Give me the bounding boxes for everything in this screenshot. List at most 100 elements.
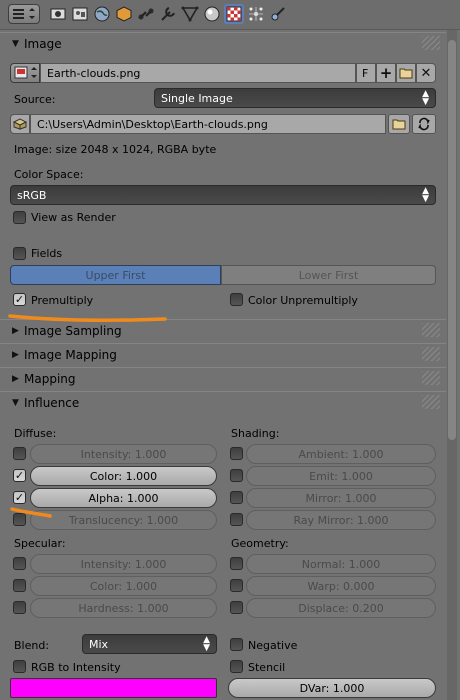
geometry-label: Geometry: xyxy=(231,537,289,550)
source-label: Source: xyxy=(14,93,56,106)
specular-slider[interactable]: Color: 1.000 xyxy=(30,576,217,596)
unlink-image-button[interactable]: ✕ xyxy=(416,63,436,83)
folder-icon xyxy=(392,119,406,130)
image-name-field[interactable]: Earth-clouds.png xyxy=(40,63,356,83)
world-tab-button[interactable] xyxy=(92,4,112,24)
shading-checkbox[interactable] xyxy=(230,447,243,460)
close-icon: ✕ xyxy=(420,65,432,81)
collapsed-triangle-icon: ▶ xyxy=(12,373,19,384)
color-space-dropdown[interactable]: sRGB ▲ ▼ xyxy=(10,185,436,205)
shading-slider[interactable]: Ambient: 1.000 xyxy=(246,444,436,464)
image-browse-button[interactable] xyxy=(10,63,40,83)
reload-image-button[interactable] xyxy=(412,114,436,134)
render-tab-button[interactable] xyxy=(48,4,68,24)
scene-tab-button[interactable] xyxy=(70,4,90,24)
panel-drag-grip[interactable] xyxy=(422,371,440,385)
panel-header-image-mapping[interactable]: ▶ Image Mapping xyxy=(0,343,446,365)
material-tab-button[interactable] xyxy=(202,4,222,24)
object-data-icon xyxy=(181,6,199,22)
shading-checkbox[interactable] xyxy=(230,469,243,482)
open-image-button[interactable] xyxy=(396,63,416,83)
dvar-slider[interactable]: DVar: 1.000 xyxy=(228,678,436,698)
specular-slider-label: Hardness: 1.000 xyxy=(78,601,169,615)
particles-tab-button[interactable] xyxy=(246,4,266,24)
pack-file-button[interactable] xyxy=(10,114,30,134)
constraints-icon xyxy=(138,8,154,20)
influence-panel-title: Influence xyxy=(24,395,80,410)
blend-dropdown[interactable]: Mix ▲ ▼ xyxy=(82,634,217,654)
diffuse-checkbox[interactable]: ✓ xyxy=(13,469,26,482)
geometry-slider[interactable]: Displace: 0.200 xyxy=(246,598,436,618)
texture-tab-button[interactable] xyxy=(224,4,244,24)
editor-type-icon xyxy=(13,8,35,19)
color-space-value: sRGB xyxy=(17,188,47,202)
collapsed-triangle-icon: ▶ xyxy=(12,349,19,360)
panel-drag-grip[interactable] xyxy=(422,323,440,337)
specular-slider[interactable]: Intensity: 1.000 xyxy=(30,554,217,574)
fake-user-button[interactable]: F xyxy=(356,63,376,83)
filepath-field[interactable]: C:\Users\Admin\Desktop\Earth-clouds.png xyxy=(30,114,386,134)
stencil-label: Stencil xyxy=(248,661,286,674)
stencil-checkbox[interactable] xyxy=(230,660,243,673)
browse-file-button[interactable] xyxy=(388,114,410,134)
source-dropdown[interactable]: Single Image ▲ ▼ xyxy=(154,88,436,108)
geometry-checkbox[interactable] xyxy=(230,601,243,614)
color-unpremultiply-checkbox[interactable] xyxy=(230,293,243,306)
package-icon xyxy=(13,118,27,130)
shading-checkbox[interactable] xyxy=(230,491,243,504)
lower-first-toggle[interactable]: Lower First xyxy=(221,265,436,285)
color-space-label: Color Space: xyxy=(14,168,84,181)
upper-first-toggle[interactable]: Upper First xyxy=(10,265,221,285)
expand-triangle-icon: ▼ xyxy=(12,38,19,49)
texture-color-swatch[interactable] xyxy=(10,678,217,698)
panel-drag-grip[interactable] xyxy=(422,395,440,409)
editor-type-selector[interactable] xyxy=(8,4,40,24)
geometry-slider-label: Normal: 1.000 xyxy=(301,557,381,571)
image-panel-header[interactable]: ▼ Image xyxy=(0,32,446,54)
specular-checkbox[interactable] xyxy=(13,557,26,570)
constraints-tab-button[interactable] xyxy=(136,4,156,24)
shading-slider[interactable]: Emit: 1.000 xyxy=(246,466,436,486)
dropdown-arrows-icon: ▲ ▼ xyxy=(422,186,429,204)
physics-tab-button[interactable] xyxy=(268,4,288,24)
material-icon xyxy=(204,6,220,22)
new-image-button[interactable]: + xyxy=(376,63,396,83)
panel-drag-grip[interactable] xyxy=(422,36,440,50)
geometry-slider[interactable]: Normal: 1.000 xyxy=(246,554,436,574)
geometry-checkbox[interactable] xyxy=(230,557,243,570)
influence-panel-header[interactable]: ▼ Influence xyxy=(0,391,446,413)
specular-slider[interactable]: Hardness: 1.000 xyxy=(30,598,217,618)
object-data-tab-button[interactable] xyxy=(180,4,200,24)
scrollbar-thumb[interactable] xyxy=(448,40,456,440)
diffuse-slider[interactable]: Translucency: 1.000 xyxy=(30,510,217,530)
negative-checkbox[interactable] xyxy=(230,638,243,651)
view-as-render-checkbox[interactable] xyxy=(13,211,26,224)
diffuse-checkbox[interactable] xyxy=(13,513,26,526)
image-info-text: Image: size 2048 x 1024, RGBA byte xyxy=(14,143,217,156)
object-tab-button[interactable] xyxy=(114,4,134,24)
shading-slider[interactable]: Mirror: 1.000 xyxy=(246,488,436,508)
object-icon xyxy=(116,6,132,22)
rgb-to-intensity-checkbox[interactable] xyxy=(13,660,26,673)
world-icon xyxy=(94,6,110,22)
modifiers-tab-button[interactable] xyxy=(158,4,178,24)
panel-header-mapping[interactable]: ▶ Mapping xyxy=(0,367,446,389)
fields-checkbox[interactable] xyxy=(13,247,26,260)
diffuse-slider[interactable]: Alpha: 1.000 xyxy=(30,488,217,508)
diffuse-slider[interactable]: Color: 1.000 xyxy=(30,466,217,486)
specular-checkbox[interactable] xyxy=(13,601,26,614)
diffuse-checkbox[interactable]: ✓ xyxy=(13,491,26,504)
specular-checkbox[interactable] xyxy=(13,579,26,592)
premultiply-checkbox[interactable]: ✓ xyxy=(13,293,26,306)
diffuse-slider[interactable]: Intensity: 1.000 xyxy=(30,444,217,464)
texture-icon xyxy=(226,6,242,22)
shading-slider[interactable]: Ray Mirror: 1.000 xyxy=(246,510,436,530)
view-as-render-label: View as Render xyxy=(31,211,116,224)
panel-drag-grip[interactable] xyxy=(422,347,440,361)
diffuse-checkbox[interactable] xyxy=(13,447,26,460)
checkmark-icon: ✓ xyxy=(14,293,25,306)
geometry-checkbox[interactable] xyxy=(230,579,243,592)
panel-header-image-sampling[interactable]: ▶ Image Sampling xyxy=(0,319,446,341)
geometry-slider[interactable]: Warp: 0.000 xyxy=(246,576,436,596)
shading-checkbox[interactable] xyxy=(230,513,243,526)
